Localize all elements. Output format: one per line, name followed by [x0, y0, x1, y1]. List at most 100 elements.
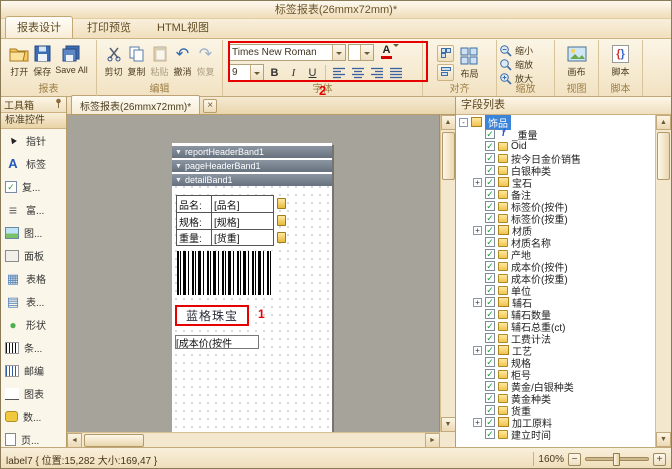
- zoom-out-button[interactable]: 缩小: [499, 44, 533, 56]
- design-canvas[interactable]: reportHeaderBand1 pageHeaderBand1 detail…: [67, 115, 440, 432]
- zoom-slider-thumb[interactable]: [613, 453, 620, 466]
- align-tool-button-2[interactable]: [437, 64, 454, 81]
- field-checkbox[interactable]: ✓: [485, 357, 495, 367]
- tree-expander-icon[interactable]: +: [473, 346, 482, 355]
- canvas-vertical-scrollbar[interactable]: ▲ ▼: [440, 115, 455, 432]
- field-checkbox[interactable]: ✓: [485, 237, 495, 247]
- toolbox-group-standard[interactable]: 标准控件: [1, 113, 66, 129]
- canvas-button[interactable]: 画布: [566, 42, 588, 79]
- underline-button[interactable]: U: [304, 64, 321, 81]
- field-row[interactable]: + ✓ 工艺: [456, 344, 655, 356]
- band-header[interactable]: reportHeaderBand1: [172, 146, 332, 158]
- field-checkbox[interactable]: ✓: [485, 369, 495, 379]
- save-all-button[interactable]: Save All: [54, 42, 89, 76]
- toolbox-item[interactable]: 图...: [1, 221, 66, 244]
- scroll-up-icon[interactable]: ▲: [441, 115, 456, 130]
- zoom-in-button[interactable]: 放大: [499, 72, 533, 84]
- field-row[interactable]: + ✓ 材质: [456, 224, 655, 236]
- font-style-select[interactable]: [348, 44, 374, 61]
- scroll-down-icon[interactable]: ▼: [656, 432, 671, 447]
- field-checkbox[interactable]: ✓: [485, 309, 495, 319]
- field-row[interactable]: ✓ 建立时间: [456, 428, 655, 440]
- field-row[interactable]: ✓ 辅石总重(ct): [456, 320, 655, 332]
- field-checkbox[interactable]: ✓: [485, 153, 495, 163]
- field-row[interactable]: + ✓ 辅石: [456, 296, 655, 308]
- brand-text[interactable]: 蓝格珠宝: [186, 307, 238, 324]
- align-tool-button-1[interactable]: [437, 45, 454, 62]
- toolbox-item[interactable]: 面板: [1, 244, 66, 267]
- field-checkbox[interactable]: ✓: [485, 201, 495, 211]
- field-row[interactable]: ✓ 单位: [456, 284, 655, 296]
- scroll-right-icon[interactable]: ►: [425, 433, 440, 448]
- toolbox-item[interactable]: 邮编: [1, 359, 66, 382]
- barcode-element[interactable]: [177, 251, 273, 295]
- tab-print-preview[interactable]: 打印预览: [75, 16, 143, 38]
- field-checkbox[interactable]: ✓: [485, 285, 495, 295]
- tree-expander-icon[interactable]: -: [459, 118, 468, 127]
- field-row[interactable]: ✓ 材质名称: [456, 236, 655, 248]
- zoom-minus-button[interactable]: −: [568, 453, 581, 466]
- field-checkbox[interactable]: ✓: [485, 177, 495, 187]
- toolbox-item[interactable]: 条...: [1, 336, 66, 359]
- zoom-plus-button[interactable]: +: [653, 453, 666, 466]
- field-row[interactable]: ✓ 黄金/白银种类: [456, 380, 655, 392]
- field-checkbox[interactable]: ✓: [485, 273, 495, 283]
- band-header[interactable]: pageHeaderBand1: [172, 160, 332, 172]
- align-left-button[interactable]: [330, 64, 347, 81]
- align-center-button[interactable]: [349, 64, 366, 81]
- tree-expander-icon[interactable]: +: [473, 178, 482, 187]
- document-tab[interactable]: 标签报表(26mmx72mm)*: [71, 95, 200, 114]
- bold-button[interactable]: B: [266, 64, 283, 81]
- save-button[interactable]: 保存: [31, 42, 53, 79]
- toolbox-item[interactable]: 指针: [1, 129, 66, 152]
- field-row[interactable]: ✓ 按今日金价销售: [456, 152, 655, 164]
- zoom-button[interactable]: 缩放: [499, 58, 533, 70]
- tree-expander-icon[interactable]: +: [473, 418, 482, 427]
- field-row[interactable]: ✓ 标签价(按重): [456, 212, 655, 224]
- toolbox-item[interactable]: 图表: [1, 382, 66, 405]
- scrollbar-thumb[interactable]: [657, 132, 670, 180]
- tree-expander-icon[interactable]: +: [473, 226, 482, 235]
- script-button[interactable]: 脚本: [610, 42, 632, 79]
- field-checkbox[interactable]: ✓: [485, 381, 495, 391]
- scroll-left-icon[interactable]: ◄: [67, 433, 82, 448]
- field-checkbox[interactable]: ✓: [485, 165, 495, 175]
- toolbox-item[interactable]: 页...: [1, 428, 66, 447]
- scrollbar-thumb[interactable]: [442, 132, 455, 180]
- font-size-select[interactable]: 9: [228, 64, 264, 81]
- field-checkbox[interactable]: ✓: [485, 249, 495, 259]
- scroll-up-icon[interactable]: ▲: [656, 115, 671, 130]
- tree-expander-icon[interactable]: +: [473, 298, 482, 307]
- field-checkbox[interactable]: ✓: [485, 333, 495, 343]
- label-table[interactable]: 品名: [品名] 规格: [规格] 重量: [货重]: [176, 195, 286, 246]
- field-row[interactable]: ✓ 黄金种类: [456, 392, 655, 404]
- field-checkbox[interactable]: ✓: [485, 345, 495, 355]
- field-row[interactable]: ✓ 工费计法: [456, 332, 655, 344]
- field-checkbox[interactable]: ✓: [485, 297, 495, 307]
- band-header[interactable]: detailBand1: [172, 174, 332, 186]
- field-checkbox[interactable]: ✓: [485, 213, 495, 223]
- cut-button[interactable]: 剪切: [103, 42, 125, 79]
- toolbox-item[interactable]: 表格: [1, 267, 66, 290]
- field-checkbox[interactable]: ✓: [485, 141, 495, 151]
- field-checkbox[interactable]: ✓: [485, 417, 495, 427]
- toolbox-item[interactable]: 数...: [1, 405, 66, 428]
- field-checkbox[interactable]: ✓: [485, 189, 495, 199]
- pin-icon[interactable]: [54, 98, 63, 111]
- undo-button[interactable]: ↶ 撤消: [172, 42, 194, 79]
- paste-button[interactable]: 粘贴: [149, 42, 171, 79]
- report-page[interactable]: reportHeaderBand1 pageHeaderBand1 detail…: [172, 143, 332, 432]
- cost-text[interactable]: [成本价(按件: [175, 335, 259, 349]
- canvas-horizontal-scrollbar[interactable]: ◄ ►: [67, 432, 440, 447]
- field-list-scrollbar[interactable]: ▲ ▼: [655, 115, 671, 447]
- field-row[interactable]: ✓ _重量: [456, 128, 655, 140]
- field-row[interactable]: ✓ 成本价(按重): [456, 272, 655, 284]
- field-checkbox[interactable]: ✓: [485, 225, 495, 235]
- toolbox-item[interactable]: 复...: [1, 175, 66, 198]
- field-row[interactable]: - 饰品: [456, 116, 655, 128]
- field-checkbox[interactable]: ✓: [485, 261, 495, 271]
- layout-button[interactable]: 布局: [457, 44, 481, 81]
- zoom-slider[interactable]: [585, 457, 649, 461]
- field-row[interactable]: + ✓ 加工原料: [456, 416, 655, 428]
- italic-button[interactable]: I: [285, 64, 302, 81]
